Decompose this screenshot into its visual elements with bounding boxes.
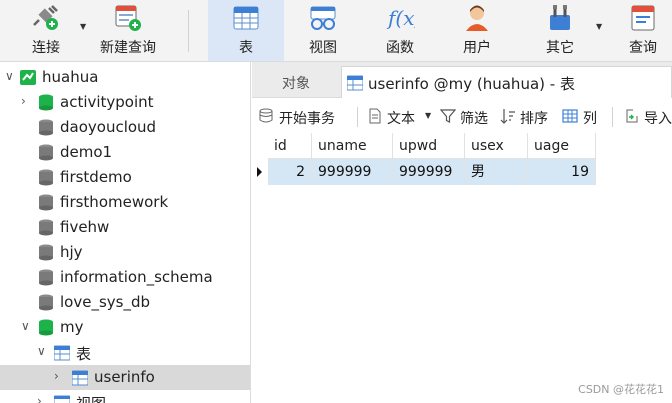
- cell-uage[interactable]: 19: [528, 159, 596, 185]
- column-header-usex[interactable]: usex: [465, 133, 528, 159]
- sort-button[interactable]: 排序: [500, 106, 554, 128]
- navigation-tree: ∨ huahua › activitypoint daoyoucloud dem…: [0, 62, 251, 403]
- import-button[interactable]: 导入: [624, 106, 672, 128]
- table-toolbar: 开始事务 文本 ▼ 筛选 排序 列 导入: [252, 99, 672, 133]
- tree-db-daoyoucloud[interactable]: daoyoucloud: [0, 115, 250, 140]
- table-button[interactable]: 表: [208, 0, 284, 61]
- tree-db-information-schema[interactable]: information_schema: [0, 265, 250, 290]
- tree-db-activitypoint[interactable]: › activitypoint: [0, 90, 250, 115]
- connect-dropdown-caret[interactable]: ▼: [80, 22, 86, 31]
- tree-db-love-sys-db[interactable]: love_sys_db: [0, 290, 250, 315]
- filter-button[interactable]: 筛选: [440, 106, 494, 128]
- tree-table-userinfo[interactable]: › userinfo: [0, 365, 250, 390]
- tab-bar: 对象 userinfo @my (huahua) - 表: [252, 62, 672, 98]
- columns-grid-icon: [562, 109, 578, 123]
- database-icon: [39, 219, 53, 236]
- view-icon: [54, 395, 70, 403]
- columns-button[interactable]: 列: [562, 106, 602, 128]
- database-icon: [39, 119, 53, 136]
- toolbar-divider: [188, 10, 189, 52]
- view-glasses-icon: [310, 6, 336, 30]
- database-icon: [39, 269, 53, 286]
- database-open-icon: [39, 319, 53, 336]
- cell-upwd[interactable]: 999999: [393, 159, 465, 185]
- database-icon: [39, 244, 53, 261]
- cell-id[interactable]: 2: [268, 159, 312, 185]
- expand-chevron-icon[interactable]: ›: [54, 369, 66, 383]
- tree-db-my[interactable]: ∨ my: [0, 315, 250, 340]
- tree-tables-node[interactable]: ∨ 表: [0, 340, 250, 365]
- column-header-uname[interactable]: uname: [312, 133, 393, 159]
- begin-transaction-button[interactable]: 开始事务: [259, 106, 351, 128]
- tree-db-fivehw[interactable]: fivehw: [0, 215, 250, 240]
- current-row-arrow-icon: [257, 167, 262, 177]
- tree-db-demo1[interactable]: demo1: [0, 140, 250, 165]
- database-transaction-icon: [259, 108, 273, 123]
- tables-folder-icon: [54, 345, 70, 361]
- database-icon: [39, 294, 53, 311]
- database-icon: [39, 144, 53, 161]
- collapse-chevron-icon[interactable]: ∨: [37, 344, 49, 358]
- query-button[interactable]: 查询: [618, 0, 668, 61]
- expand-chevron-icon[interactable]: ›: [37, 394, 49, 403]
- tab-userinfo[interactable]: userinfo @my (huahua) - 表: [341, 66, 672, 98]
- toolbar-divider: [612, 107, 613, 127]
- cell-usex[interactable]: 男: [465, 159, 528, 185]
- tools-icon: [550, 5, 570, 30]
- text-dropdown-caret[interactable]: ▼: [425, 111, 431, 120]
- expand-chevron-icon[interactable]: ›: [21, 94, 33, 108]
- function-button[interactable]: f(x) 函数: [370, 0, 430, 61]
- table-icon: [347, 75, 363, 91]
- new-query-button[interactable]: 新建查询: [94, 0, 162, 61]
- tree-views-node[interactable]: › 视图: [0, 390, 250, 403]
- connection-plug-icon: [33, 5, 58, 30]
- function-fx-icon: f(x): [386, 6, 415, 30]
- user-button[interactable]: 用户: [448, 0, 506, 61]
- main-toolbar: 连接 ▼ 新建查询 表 视图 f(x): [0, 0, 672, 62]
- filter-funnel-icon: [440, 109, 456, 123]
- import-icon: [626, 109, 638, 123]
- connection-icon: [20, 70, 36, 85]
- watermark: CSDN @花花花1: [578, 383, 664, 396]
- database-open-icon: [39, 94, 53, 111]
- new-query-icon: [115, 5, 141, 31]
- toolbar-divider: [357, 107, 358, 127]
- column-header-id[interactable]: id: [268, 133, 312, 159]
- cell-uname[interactable]: 999999: [312, 159, 393, 185]
- tree-connection-huahua[interactable]: ∨ huahua: [0, 65, 250, 90]
- tree-db-firstdemo[interactable]: firstdemo: [0, 165, 250, 190]
- collapse-chevron-icon[interactable]: ∨: [21, 319, 33, 333]
- tree-db-firsthomework[interactable]: firsthomework: [0, 190, 250, 215]
- column-header-uage[interactable]: uage: [528, 133, 596, 159]
- connect-button[interactable]: 连接: [18, 0, 74, 61]
- user-icon: [466, 5, 488, 31]
- column-header-upwd[interactable]: upwd: [393, 133, 465, 159]
- sort-icon: [500, 109, 515, 124]
- other-dropdown-caret[interactable]: ▼: [596, 22, 602, 31]
- database-icon: [39, 194, 53, 211]
- svg-text:f(x): f(x): [386, 6, 415, 30]
- other-button[interactable]: 其它: [530, 0, 590, 61]
- table-icon: [233, 6, 259, 30]
- text-view-button[interactable]: 文本 ▼: [367, 106, 433, 128]
- query-icon: [631, 5, 655, 31]
- table-icon: [72, 370, 88, 386]
- collapse-chevron-icon[interactable]: ∨: [5, 69, 17, 83]
- document-icon: [369, 108, 381, 124]
- database-icon: [39, 169, 53, 186]
- tab-objects[interactable]: 对象: [252, 66, 340, 98]
- view-button[interactable]: 视图: [292, 0, 354, 61]
- data-grid: id uname upwd usex uage 2 999999 999999 …: [252, 133, 672, 403]
- tree-db-hjy[interactable]: hjy: [0, 240, 250, 265]
